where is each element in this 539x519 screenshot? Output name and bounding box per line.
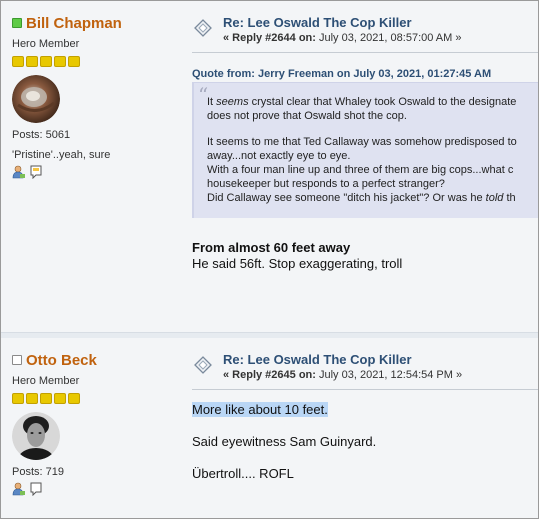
profile-icons: [12, 165, 182, 184]
quote-emphasis: seems: [216, 96, 249, 108]
post-header: Re: Lee Oswald The Cop Killer « Reply #2…: [192, 350, 538, 390]
post-count: Posts: 719: [12, 466, 64, 478]
quote-block: “ It seems crystal clear that Whaley too…: [192, 82, 538, 218]
offline-status-icon: [12, 355, 22, 365]
post-2645: Otto Beck Hero Member Posts: 719 Re: Lee…: [1, 338, 538, 518]
star-icon: [68, 393, 80, 404]
post-subject-link[interactable]: Re: Lee Oswald The Cop Killer: [223, 15, 412, 30]
member-rank: Hero Member: [12, 38, 80, 50]
star-icon: [40, 393, 52, 404]
profile-icon[interactable]: [12, 482, 26, 501]
forum-thread: Bill Chapman Hero Member Posts: 5061 'Pr…: [0, 0, 539, 519]
post-body-line: Said eyewitness Sam Guinyard.: [192, 434, 377, 449]
reply-number[interactable]: « Reply #2645 on:: [223, 369, 316, 381]
profile-icons: [12, 482, 182, 501]
avatar-image: [12, 75, 60, 123]
quote-line-prefix: Did Callaway see someone "ditch his jack…: [207, 192, 486, 204]
rank-stars: [12, 393, 182, 404]
quote-emphasis: told: [485, 192, 504, 204]
post-divider: [192, 52, 538, 53]
post-divider: [192, 389, 538, 390]
selected-text[interactable]: More like about 10 feet.: [192, 402, 328, 417]
quote-line: does not prove that Oswald shot the cop.: [207, 110, 407, 122]
quote-line: It seems to me that Ted Callaway was som…: [207, 136, 517, 148]
profile-icon[interactable]: [12, 165, 26, 184]
personal-message-icon[interactable]: [29, 165, 43, 184]
quote-line: Did Callaway see someone "ditch his jack…: [207, 191, 538, 205]
quote-line: housekeeper but responds to a perfect st…: [207, 178, 445, 190]
topic-icon: [192, 17, 214, 39]
personal-text: 'Pristine'..yeah, sure: [12, 149, 111, 161]
reply-date: July 03, 2021, 12:54:54 PM »: [315, 369, 463, 381]
quote-line-rest: crystal clear that Whaley took Oswald to…: [248, 96, 517, 108]
quote-line: With a four man line up and three of the…: [207, 164, 514, 176]
post-body-line: Übertroll.... ROFL: [192, 466, 294, 481]
post-body-bold: From almost 60 feet away: [192, 240, 351, 255]
star-icon: [54, 56, 66, 67]
quote-line: away...not exactly eye to eye.: [207, 150, 351, 162]
personal-message-icon[interactable]: [29, 482, 43, 501]
post-body-text: He said 56ft. Stop exaggerating, troll: [192, 256, 403, 271]
poster-info: Bill Chapman Hero Member Posts: 5061 'Pr…: [12, 14, 182, 184]
post-body: More like about 10 feet. Said eyewitness…: [192, 402, 376, 482]
post-body: From almost 60 feet away He said 56ft. S…: [192, 240, 402, 272]
quote-line: It seems crystal clear that Whaley took …: [207, 95, 538, 109]
star-icon: [54, 393, 66, 404]
post-subject-link[interactable]: Re: Lee Oswald The Cop Killer: [223, 352, 412, 367]
member-rank: Hero Member: [12, 375, 80, 387]
quote-line-prefix: It: [207, 96, 217, 108]
avatar-image: [12, 412, 60, 460]
quote-text: It seems crystal clear that Whaley took …: [207, 95, 538, 205]
quote-header-link[interactable]: Quote from: Jerry Freeman on July 03, 20…: [192, 68, 538, 82]
star-icon: [40, 56, 52, 67]
reply-date: July 03, 2021, 08:57:00 AM »: [315, 32, 462, 44]
topic-icon: [192, 354, 214, 376]
avatar[interactable]: [12, 412, 60, 460]
post-2644: Bill Chapman Hero Member Posts: 5061 'Pr…: [1, 1, 538, 332]
avatar[interactable]: [12, 75, 60, 123]
star-icon: [12, 56, 24, 67]
poster-name-link[interactable]: Bill Chapman: [26, 15, 122, 32]
poster-name-link[interactable]: Otto Beck: [26, 352, 97, 369]
star-icon: [12, 393, 24, 404]
reply-info: « Reply #2645 on: July 03, 2021, 12:54:5…: [223, 369, 462, 381]
online-status-icon: [12, 18, 22, 28]
poster-name-row: Bill Chapman: [12, 14, 182, 32]
quote-line-rest: th: [503, 192, 516, 204]
star-icon: [68, 56, 80, 67]
post-header: Re: Lee Oswald The Cop Killer « Reply #2…: [192, 13, 538, 53]
rank-stars: [12, 56, 182, 67]
star-icon: [26, 56, 38, 67]
post-count: Posts: 5061: [12, 129, 71, 141]
poster-name-row: Otto Beck: [12, 351, 182, 369]
reply-info: « Reply #2644 on: July 03, 2021, 08:57:0…: [223, 32, 461, 44]
reply-number[interactable]: « Reply #2644 on:: [223, 32, 316, 44]
star-icon: [26, 393, 38, 404]
poster-info: Otto Beck Hero Member Posts: 719: [12, 351, 182, 501]
